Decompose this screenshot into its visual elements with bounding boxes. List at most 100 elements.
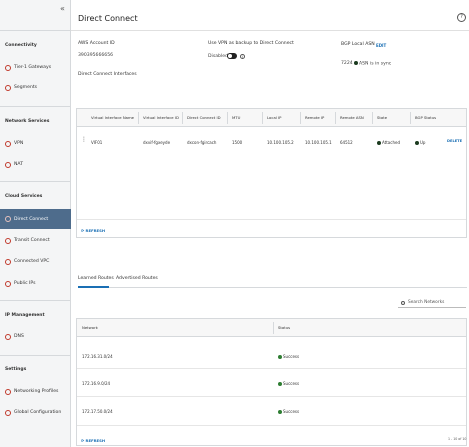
column-divider (138, 112, 139, 124)
sidebar-item-label: Connected VPC (14, 259, 50, 264)
tabs-divider (78, 287, 467, 288)
sidebar-section-settings: Settings (5, 367, 27, 372)
route-network: 172.16.9.0/24 (82, 381, 111, 386)
connected-vpc-icon (5, 258, 11, 265)
sidebar-item-networking-profiles[interactable]: Networking Profiles (0, 384, 71, 399)
vpn-backup-label: Use VPN as backup to Direct Connect (208, 41, 294, 46)
sidebar-item-vpn[interactable]: VPN (0, 136, 71, 151)
bgp-status: Up (415, 140, 425, 145)
sidebar-item-label: VPN (14, 141, 24, 146)
refresh-label: REFRESH (85, 438, 106, 443)
bgp-asn-status-text: ASN is in sync (359, 61, 392, 67)
status-icon (354, 61, 358, 65)
sidebar-item-label: Public IPs (14, 281, 36, 286)
column-header: Direct Connect ID (187, 115, 221, 120)
vpn-backup-state: Disabled (208, 54, 228, 59)
sidebar-item-direct-connect[interactable]: Direct Connect (0, 209, 71, 229)
refresh-label: REFRESH (85, 228, 106, 233)
table-header: Network Status (77, 319, 466, 337)
sidebar-item-tier1-gateways[interactable]: Tier-1 Gateways (0, 60, 71, 75)
bgp-asn-value: 7224 (341, 61, 353, 66)
collapse-sidebar-icon[interactable]: « (60, 4, 65, 13)
sidebar-item-segments[interactable]: Segments (0, 80, 71, 95)
vpn-icon (5, 140, 11, 147)
column-divider (273, 322, 274, 334)
mtu: 1500 (232, 140, 243, 145)
route-status: Success (278, 354, 299, 359)
sidebar-item-label: Direct Connect (14, 216, 49, 222)
help-icon[interactable]: ? (457, 13, 466, 22)
column-divider (335, 112, 336, 124)
bgp-status-text: Up (420, 140, 426, 145)
success-icon (278, 355, 282, 359)
sidebar-section-connectivity: Connectivity (5, 43, 37, 48)
aws-account-value: 390395666656 (78, 53, 114, 58)
remote-ip: 10.100.105.1 (305, 140, 332, 145)
networking-profiles-icon (5, 388, 11, 395)
tab-learned-routes[interactable]: Learned Routes (78, 276, 114, 281)
column-header: BGP Status (415, 115, 437, 120)
vpn-backup-toggle[interactable] (227, 53, 237, 59)
delete-button[interactable]: DELETE (447, 139, 462, 143)
column-header: Virtual Interface Name (91, 115, 135, 120)
global-config-icon (5, 409, 11, 416)
column-header: Network (82, 325, 98, 330)
sidebar: « Connectivity Tier-1 Gateways Segments … (0, 0, 71, 447)
route-network: 172.17.50.0/24 (82, 409, 113, 414)
interfaces-section-title: Direct Connect Interfaces (78, 72, 137, 77)
transit-connect-icon (5, 237, 11, 244)
sidebar-item-dns[interactable]: DNS (0, 329, 71, 344)
sidebar-item-label: Transit Connect (14, 238, 50, 243)
dx-id: dxcon-fgircach (187, 140, 217, 145)
sidebar-item-connected-vpc[interactable]: Connected VPC (0, 254, 71, 269)
local-ip: 10.100.105.2 (267, 140, 294, 145)
column-header: Status (278, 325, 291, 330)
active-tab-indicator (78, 286, 109, 288)
sidebar-item-public-ips[interactable]: Public IPs (0, 276, 71, 291)
interfaces-table: Virtual Interface Name Virtual Interface… (76, 108, 467, 238)
column-divider (410, 112, 411, 124)
bgp-asn-edit-button[interactable]: EDIT (376, 43, 386, 48)
column-header: Virtual Interface ID (143, 115, 179, 120)
info-icon[interactable]: i (240, 54, 245, 59)
gateway-icon (5, 64, 11, 71)
row-actions-icon[interactable]: ⋮ (81, 137, 87, 143)
search-icon (401, 300, 405, 305)
column-header: Remote ASN (340, 115, 364, 120)
sidebar-item-label: DNS (14, 334, 24, 339)
sidebar-item-global-configuration[interactable]: Global Configuration (0, 405, 71, 420)
sidebar-item-label: Tier-1 Gateways (14, 65, 52, 70)
dns-icon (5, 333, 11, 340)
search-networks-input[interactable]: Search Networks (398, 298, 466, 308)
route-network: 172.16.31.0/24 (82, 354, 113, 359)
state-text: Attached (382, 140, 400, 145)
refresh-button[interactable]: ⟳ REFRESH (81, 228, 105, 233)
column-divider (182, 112, 183, 124)
remote-asn: 64512 (340, 140, 353, 145)
sidebar-divider (0, 181, 71, 182)
row-divider (77, 425, 466, 426)
tab-advertised-routes[interactable]: Advertised Routes (116, 276, 158, 281)
sidebar-item-label: Segments (14, 85, 38, 90)
state: Attached (377, 140, 400, 145)
sidebar-item-label: Global Configuration (14, 410, 62, 415)
sidebar-item-transit-connect[interactable]: Transit Connect (0, 233, 71, 248)
row-divider (77, 396, 466, 397)
nat-icon (5, 161, 11, 168)
bgp-asn-label: BGP Local ASN (341, 42, 375, 47)
route-status: Success (278, 381, 299, 386)
sidebar-section-ip-management: IP Management (5, 313, 45, 318)
segments-icon (5, 84, 11, 91)
status-icon (415, 141, 419, 145)
sidebar-item-nat[interactable]: NAT (0, 157, 71, 172)
header-divider (71, 30, 469, 31)
sidebar-item-label: NAT (14, 162, 24, 167)
route-status-text: Success (283, 409, 300, 414)
public-ip-icon (5, 280, 11, 287)
route-status: Success (278, 409, 299, 414)
routes-table: Network Status 172.16.31.0/24 Success 17… (76, 318, 467, 446)
direct-connect-icon (5, 216, 11, 222)
pagination-info: 1 - 10 of 10 (448, 437, 467, 441)
refresh-button[interactable]: ⟳ REFRESH (81, 438, 105, 443)
column-header: MTU (232, 115, 241, 120)
